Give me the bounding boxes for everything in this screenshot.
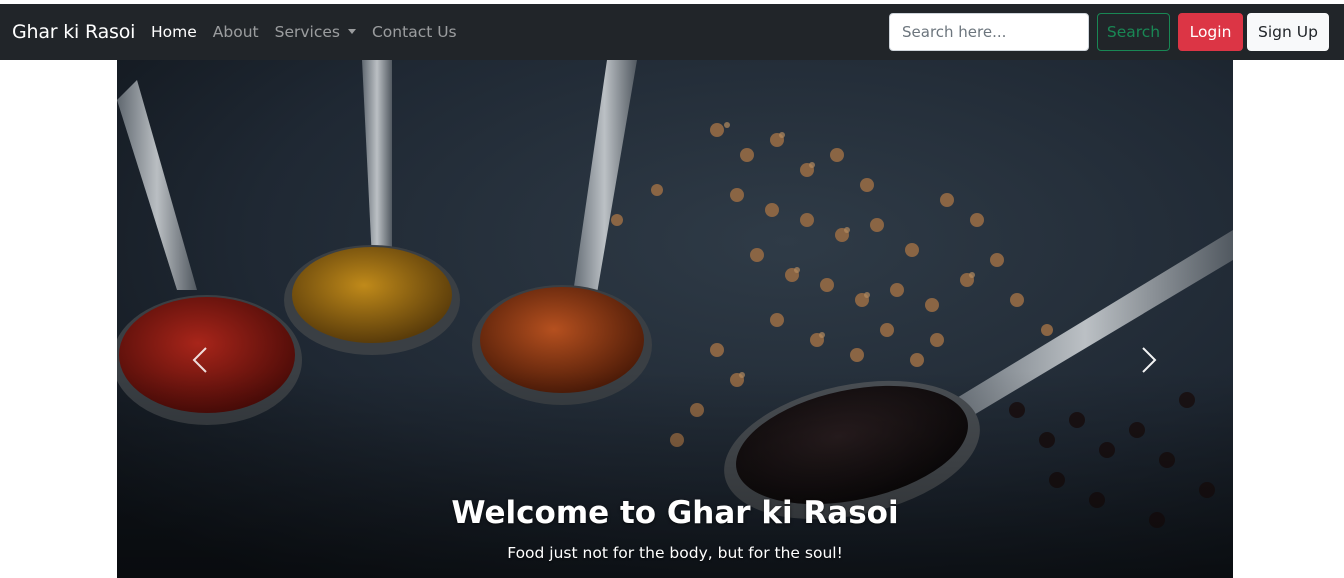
navbar: Ghar ki Rasoi Home About Services Contac… [0,4,1344,60]
search-button[interactable]: Search [1097,13,1170,51]
signup-button[interactable]: Sign Up [1247,13,1329,51]
brand-logo[interactable]: Ghar ki Rasoi [12,4,135,60]
nav-contact-link[interactable]: Contact Us [372,23,457,41]
nav-services-dropdown[interactable]: Services [275,23,356,41]
hero-carousel: Welcome to Ghar ki Rasoi Food just not f… [117,60,1233,578]
nav-links: Home About Services Contact Us [151,4,473,60]
carousel-prev-button[interactable] [180,332,220,388]
nav-services-label: Services [274,23,340,41]
nav-home-link[interactable]: Home [151,23,197,41]
carousel-caption-title: Welcome to Ghar ki Rasoi [451,495,899,531]
chevron-right-icon [1142,347,1157,373]
search-input[interactable] [889,13,1089,51]
chevron-left-icon [192,347,207,373]
carousel-next-button[interactable] [1129,332,1169,388]
caret-down-icon [347,28,356,34]
carousel-caption-text: Food just not for the body, but for the … [507,544,843,562]
nav-about-link[interactable]: About [213,23,259,41]
login-button[interactable]: Login [1178,13,1243,51]
